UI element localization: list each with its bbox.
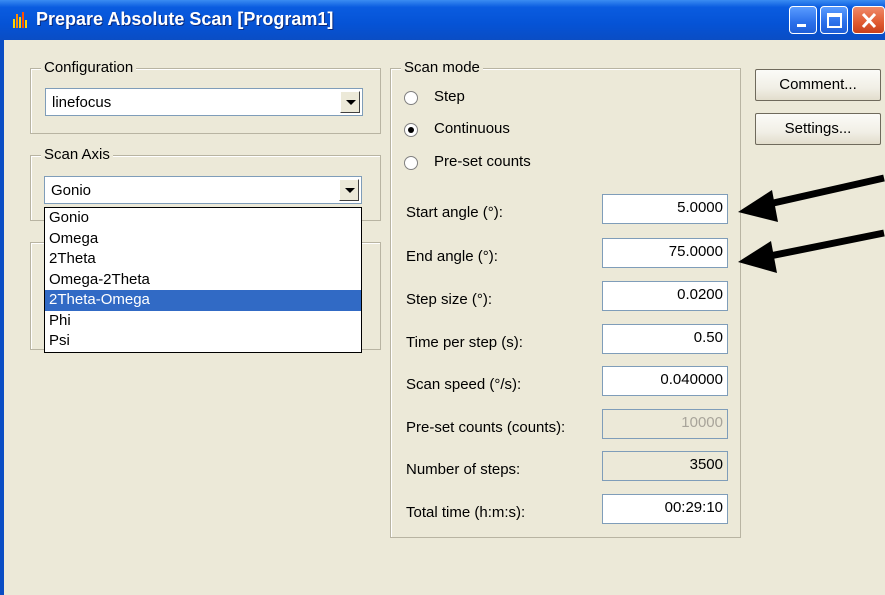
arrow-icon — [738, 174, 885, 222]
arrow-icon — [738, 229, 885, 273]
annotation-arrows — [738, 174, 885, 273]
